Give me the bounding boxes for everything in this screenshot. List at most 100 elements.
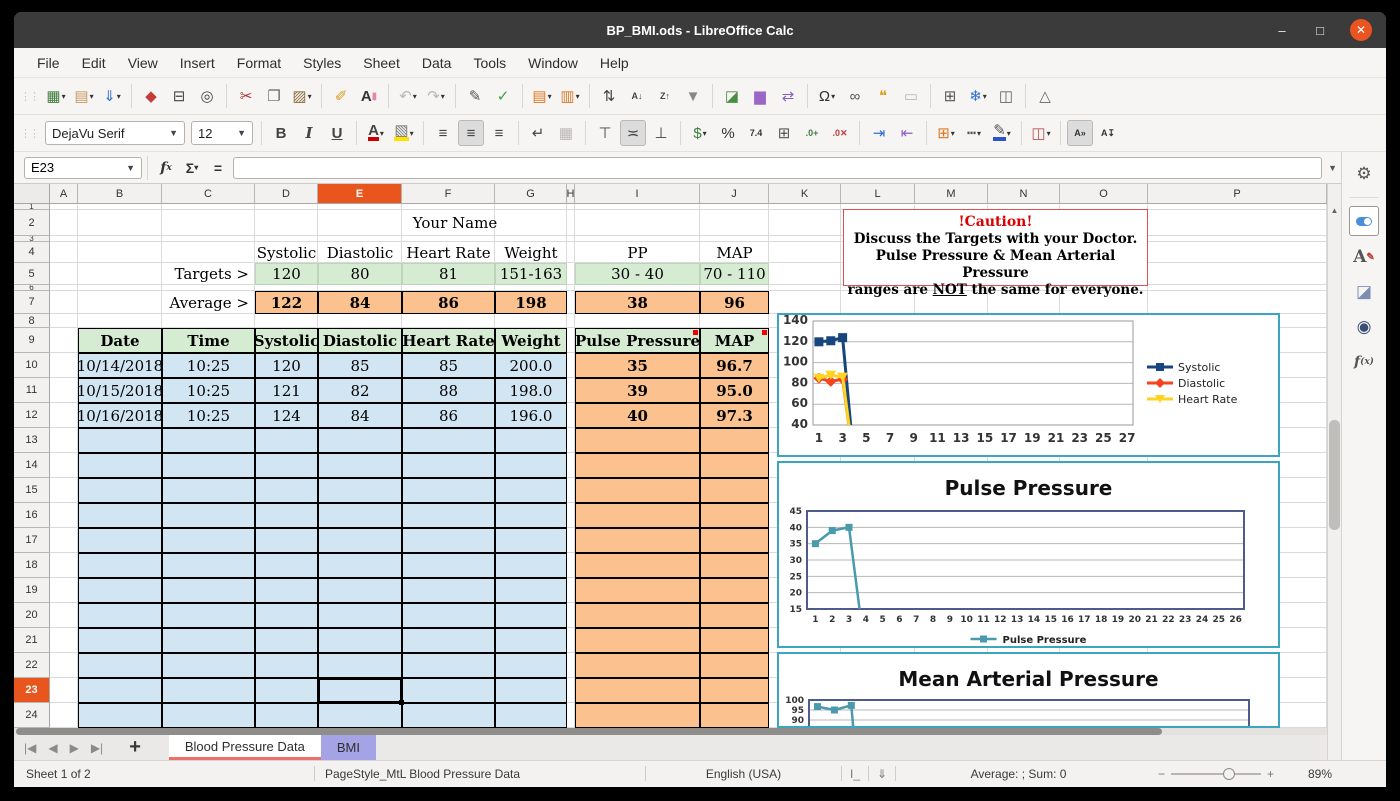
cell-J22[interactable] (700, 653, 769, 678)
font-size-combo[interactable]: 12▼ (191, 121, 253, 145)
print-preview-icon[interactable]: ◎ (194, 83, 220, 109)
add-decimal-icon[interactable]: .0+ (799, 120, 825, 146)
next-sheet-icon[interactable]: ▶ (70, 741, 79, 755)
formula-input[interactable] (233, 157, 1322, 179)
cell-B18[interactable] (78, 553, 162, 578)
align-top-icon[interactable]: ⊤ (592, 120, 618, 146)
chart-mean-arterial-pressure[interactable]: Mean Arterial Pressure100959085807570656… (777, 652, 1280, 728)
column-header-C[interactable]: C (162, 184, 255, 204)
row-header-9[interactable]: 9 (14, 328, 50, 353)
row-header-23[interactable]: 23 (14, 678, 50, 703)
cell-I13[interactable] (575, 428, 700, 453)
row-header-17[interactable]: 17 (14, 528, 50, 553)
cell-I24[interactable] (575, 703, 700, 728)
toolbar-grip[interactable]: ⋮⋮ (20, 90, 38, 103)
cell-C10[interactable]: 10:25 (162, 353, 255, 378)
cell-D5[interactable]: 120 (255, 263, 318, 285)
cell-B14[interactable] (78, 453, 162, 478)
cell-D11[interactable]: 121 (255, 378, 318, 403)
table-header-time[interactable]: Time (162, 328, 255, 353)
cell-G20[interactable] (495, 603, 567, 628)
clone-formatting-icon[interactable]: ✐ (328, 83, 354, 109)
cell-D7[interactable]: 122 (255, 291, 318, 314)
menu-file[interactable]: File (26, 48, 71, 77)
table-header-weight[interactable]: Weight (495, 328, 567, 353)
cell-C20[interactable] (162, 603, 255, 628)
column-header-P[interactable]: P (1148, 184, 1327, 204)
function-wizard-icon[interactable]: fx (153, 157, 179, 179)
menu-styles[interactable]: Styles (292, 48, 352, 77)
cell-F22[interactable] (402, 653, 495, 678)
copy-icon[interactable]: ❐ (261, 83, 287, 109)
row-header-14[interactable]: 14 (14, 453, 50, 478)
sheet-tab-bmi[interactable]: BMI (321, 735, 376, 760)
sum-icon[interactable]: Σ▾ (179, 157, 205, 179)
column-header-I[interactable]: I (575, 184, 700, 204)
insert-chart-icon[interactable]: ▆ (747, 83, 773, 109)
cell-J19[interactable] (700, 578, 769, 603)
cell-E19[interactable] (318, 578, 402, 603)
row-header-18[interactable]: 18 (14, 553, 50, 578)
cell-J12[interactable]: 97.3 (700, 403, 769, 428)
gallery-icon[interactable]: ◪ (1350, 278, 1378, 306)
metric-header-map[interactable]: MAP (700, 242, 769, 263)
cell-D15[interactable] (255, 478, 318, 503)
name-box[interactable]: E23 ▼ (24, 157, 142, 179)
cell-I18[interactable] (575, 553, 700, 578)
language-status[interactable]: English (USA) (646, 761, 841, 786)
italic-icon[interactable]: I (296, 120, 322, 146)
cell-D10[interactable]: 120 (255, 353, 318, 378)
row-header-8[interactable]: 8 (14, 314, 50, 328)
column-header-B[interactable]: B (78, 184, 162, 204)
cell-G23[interactable] (495, 678, 567, 703)
sidebar-settings-icon[interactable]: ⚙ (1350, 160, 1378, 188)
column-header-K[interactable]: K (769, 184, 841, 204)
metric-header-weight[interactable]: Weight (495, 242, 567, 263)
cell-C14[interactable] (162, 453, 255, 478)
cell-I5[interactable]: 30 - 40 (575, 263, 700, 285)
align-center-icon[interactable]: ≡ (458, 120, 484, 146)
table-header-pulse-pressure[interactable]: Pulse Pressure (575, 328, 700, 353)
cell-G7[interactable]: 198 (495, 291, 567, 314)
align-left-icon[interactable]: ≡ (430, 120, 456, 146)
cell-C18[interactable] (162, 553, 255, 578)
targets-label[interactable]: Targets > (162, 263, 255, 285)
text-ltr-icon[interactable]: A» (1067, 120, 1093, 146)
toolbar-grip[interactable]: ⋮⋮ (20, 127, 38, 140)
number-format-icon[interactable]: 7.4 (743, 120, 769, 146)
add-sheet-icon[interactable]: + (129, 735, 141, 760)
cell-J10[interactable]: 96.7 (700, 353, 769, 378)
cell-G11[interactable]: 198.0 (495, 378, 567, 403)
sort-icon[interactable]: ⇅ (596, 83, 622, 109)
paste-icon[interactable]: ▨▾ (289, 83, 315, 109)
cell-I21[interactable] (575, 628, 700, 653)
row-header-19[interactable]: 19 (14, 578, 50, 603)
cut-icon[interactable]: ✂ (233, 83, 259, 109)
cell-E14[interactable] (318, 453, 402, 478)
cell-G10[interactable]: 200.0 (495, 353, 567, 378)
cell-B24[interactable] (78, 703, 162, 728)
cell-G12[interactable]: 196.0 (495, 403, 567, 428)
close-icon[interactable]: ✕ (1350, 19, 1372, 41)
row-header-15[interactable]: 15 (14, 478, 50, 503)
cell-B22[interactable] (78, 653, 162, 678)
insert-comment-icon[interactable]: ❝ (870, 83, 896, 109)
spelling-icon[interactable]: ✓ (490, 83, 516, 109)
horizontal-scrollbar-thumb[interactable] (16, 728, 1162, 735)
cell-I23[interactable] (575, 678, 700, 703)
border-style-icon[interactable]: ┅▾ (961, 120, 987, 146)
borders-icon[interactable]: ⊞▾ (933, 120, 959, 146)
cell-J13[interactable] (700, 428, 769, 453)
column-header-J[interactable]: J (700, 184, 769, 204)
cell-G16[interactable] (495, 503, 567, 528)
cell-B19[interactable] (78, 578, 162, 603)
cell-F24[interactable] (402, 703, 495, 728)
metric-header-pp[interactable]: PP (575, 242, 700, 263)
column-header-O[interactable]: O (1060, 184, 1148, 204)
cell-B13[interactable] (78, 428, 162, 453)
name-box-dropdown-icon[interactable]: ▼ (126, 163, 135, 173)
cell-B15[interactable] (78, 478, 162, 503)
redo-icon[interactable]: ↷▾ (423, 83, 449, 109)
row-header-11[interactable]: 11 (14, 378, 50, 403)
cell-B10[interactable]: 10/14/2018 (78, 353, 162, 378)
